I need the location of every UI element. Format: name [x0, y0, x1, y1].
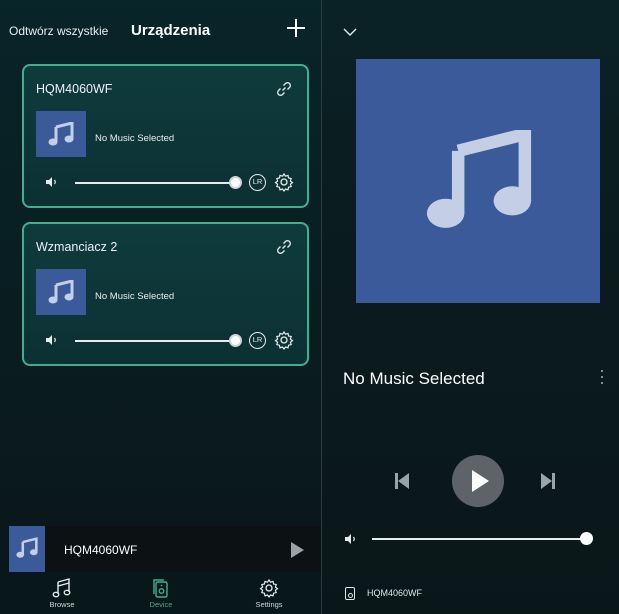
- volume-slider[interactable]: [372, 538, 587, 540]
- gear-icon[interactable]: [274, 172, 294, 192]
- volume-slider[interactable]: [75, 340, 235, 342]
- device-card[interactable]: HQM4060WF No Music Selected LR: [22, 64, 309, 208]
- bottom-nav: Browse Device Settings: [0, 572, 321, 614]
- nav-settings[interactable]: Settings: [239, 578, 299, 609]
- now-playing-title: No Music Selected: [343, 369, 485, 388]
- more-options-icon[interactable]: [599, 370, 605, 388]
- previous-icon[interactable]: [394, 472, 410, 490]
- add-device-button[interactable]: [284, 16, 308, 40]
- volume-icon[interactable]: [344, 533, 358, 545]
- album-art-large: [356, 59, 600, 303]
- active-device-name[interactable]: HQM4060WF: [367, 588, 422, 598]
- music-note-icon: [52, 578, 71, 598]
- device-name: HQM4060WF: [36, 82, 113, 96]
- gear-icon: [259, 578, 279, 598]
- volume-slider-handle[interactable]: [580, 532, 593, 545]
- volume-slider[interactable]: [75, 182, 235, 184]
- speaker-icon: [345, 587, 355, 600]
- page-title: Urządzenia: [131, 22, 211, 39]
- device-name: Wzmanciacz 2: [36, 240, 118, 254]
- next-icon[interactable]: [540, 472, 556, 490]
- device-card[interactable]: Wzmanciacz 2 No Music Selected LR: [22, 222, 309, 366]
- play-button[interactable]: [452, 455, 504, 507]
- track-title: No Music Selected: [95, 291, 175, 302]
- play-all-button[interactable]: Odtwórz wszystkie: [9, 24, 108, 38]
- music-note-icon: [48, 280, 74, 304]
- album-art: [36, 269, 86, 315]
- device-icon: [153, 579, 168, 598]
- music-note-icon: [16, 537, 38, 558]
- nav-device[interactable]: Device: [131, 578, 191, 609]
- nav-label: Settings: [255, 600, 283, 609]
- now-playing-panel: No Music Selected HQM4060WF: [322, 0, 619, 614]
- volume-icon[interactable]: [45, 176, 59, 188]
- channel-button[interactable]: LR: [249, 332, 266, 349]
- nav-label: Browse: [49, 600, 75, 609]
- channel-button[interactable]: LR: [249, 174, 266, 191]
- link-icon[interactable]: [275, 238, 293, 256]
- nav-browse[interactable]: Browse: [32, 578, 92, 609]
- track-title: No Music Selected: [95, 133, 175, 144]
- volume-icon[interactable]: [45, 334, 59, 346]
- gear-icon[interactable]: [274, 330, 294, 350]
- devices-panel: Odtwórz wszystkie Urządzenia HQM4060WF N…: [0, 0, 321, 614]
- nav-label: Device: [149, 600, 173, 609]
- link-icon[interactable]: [275, 80, 293, 98]
- volume-slider-handle[interactable]: [229, 176, 242, 189]
- mini-player-device: HQM4060WF: [64, 543, 138, 557]
- volume-slider-handle[interactable]: [229, 334, 242, 347]
- music-note-icon: [48, 122, 74, 146]
- chevron-down-icon[interactable]: [342, 26, 358, 38]
- play-icon[interactable]: [291, 542, 304, 558]
- music-note-icon: [426, 130, 532, 228]
- mini-player[interactable]: HQM4060WF: [9, 526, 321, 572]
- album-art: [36, 111, 86, 157]
- mini-album-art: [9, 526, 45, 572]
